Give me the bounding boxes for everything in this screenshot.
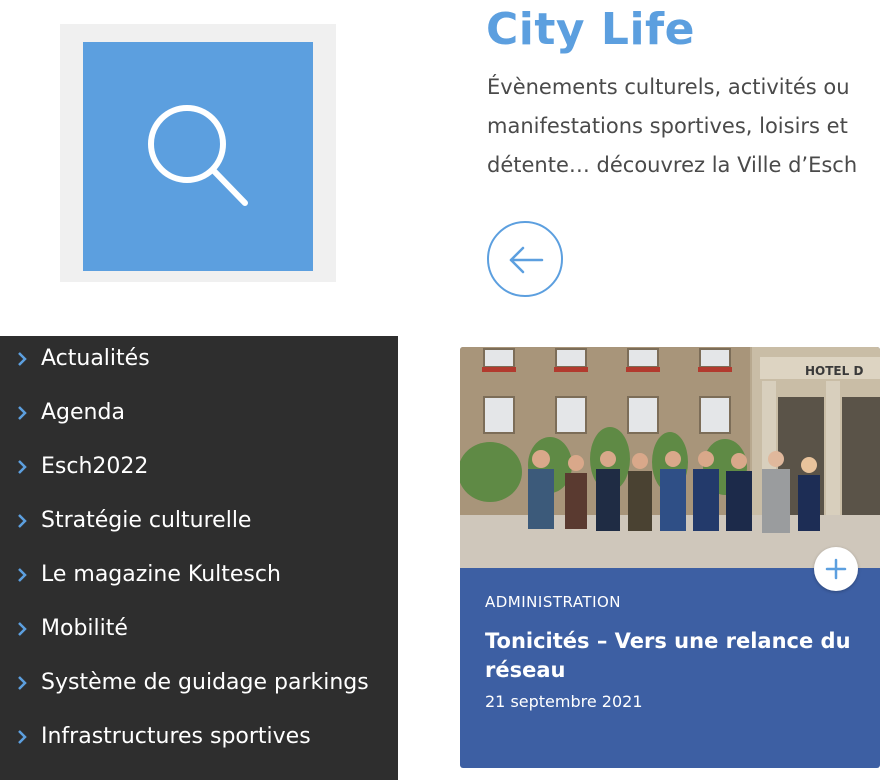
menu-item-label: Mobilité [41,616,128,641]
menu-item-guidage-parkings[interactable]: Système de guidage parkings [0,665,398,705]
menu-item-label: Esch2022 [41,454,149,479]
page-description: Évènements culturels, activités ou manif… [487,75,858,177]
chevron-right-icon [18,406,27,420]
chevron-right-icon [18,568,27,582]
page-title: City Life [486,4,696,55]
menu-item-strategie-culturelle[interactable]: Stratégie culturelle [0,503,398,543]
menu-item-actualites[interactable]: Actualités [0,341,398,381]
menu-item-label: Agenda [41,400,125,425]
plus-icon [825,558,847,580]
menu-item-esch2022[interactable]: Esch2022 [0,449,398,489]
news-photo: HOTEL D [460,347,880,568]
chevron-right-icon [18,622,27,636]
side-menu: Actualités Agenda Esch2022 Stratégie cul… [0,336,398,780]
menu-item-label: Le magazine Kultesch [41,562,281,587]
menu-item-mobilite[interactable]: Mobilité [0,611,398,651]
news-title[interactable]: Tonicités – Vers une relance du réseau [485,627,865,685]
search-icon [148,105,248,206]
menu-item-label: Système de guidage parkings [41,670,369,695]
chevron-right-icon [18,352,27,366]
menu-item-infrastructures-sportives[interactable]: Infrastructures sportives [0,719,398,759]
svg-text:HOTEL D: HOTEL D [805,364,863,378]
menu-item-agenda[interactable]: Agenda [0,395,398,435]
chevron-right-icon [18,514,27,528]
news-date: 21 septembre 2021 [485,692,643,711]
news-category: ADMINISTRATION [485,593,622,611]
chevron-right-icon [18,676,27,690]
search-tile[interactable] [83,42,313,271]
menu-item-label: Infrastructures sportives [41,724,311,749]
chevron-right-icon [18,730,27,744]
menu-item-magazine-kultesch[interactable]: Le magazine Kultesch [0,557,398,597]
back-button[interactable] [487,221,563,297]
menu-item-label: Actualités [41,346,150,371]
arrow-left-icon [509,246,544,274]
chevron-right-icon [18,460,27,474]
expand-button[interactable] [814,547,858,591]
menu-item-label: Stratégie culturelle [41,508,252,533]
